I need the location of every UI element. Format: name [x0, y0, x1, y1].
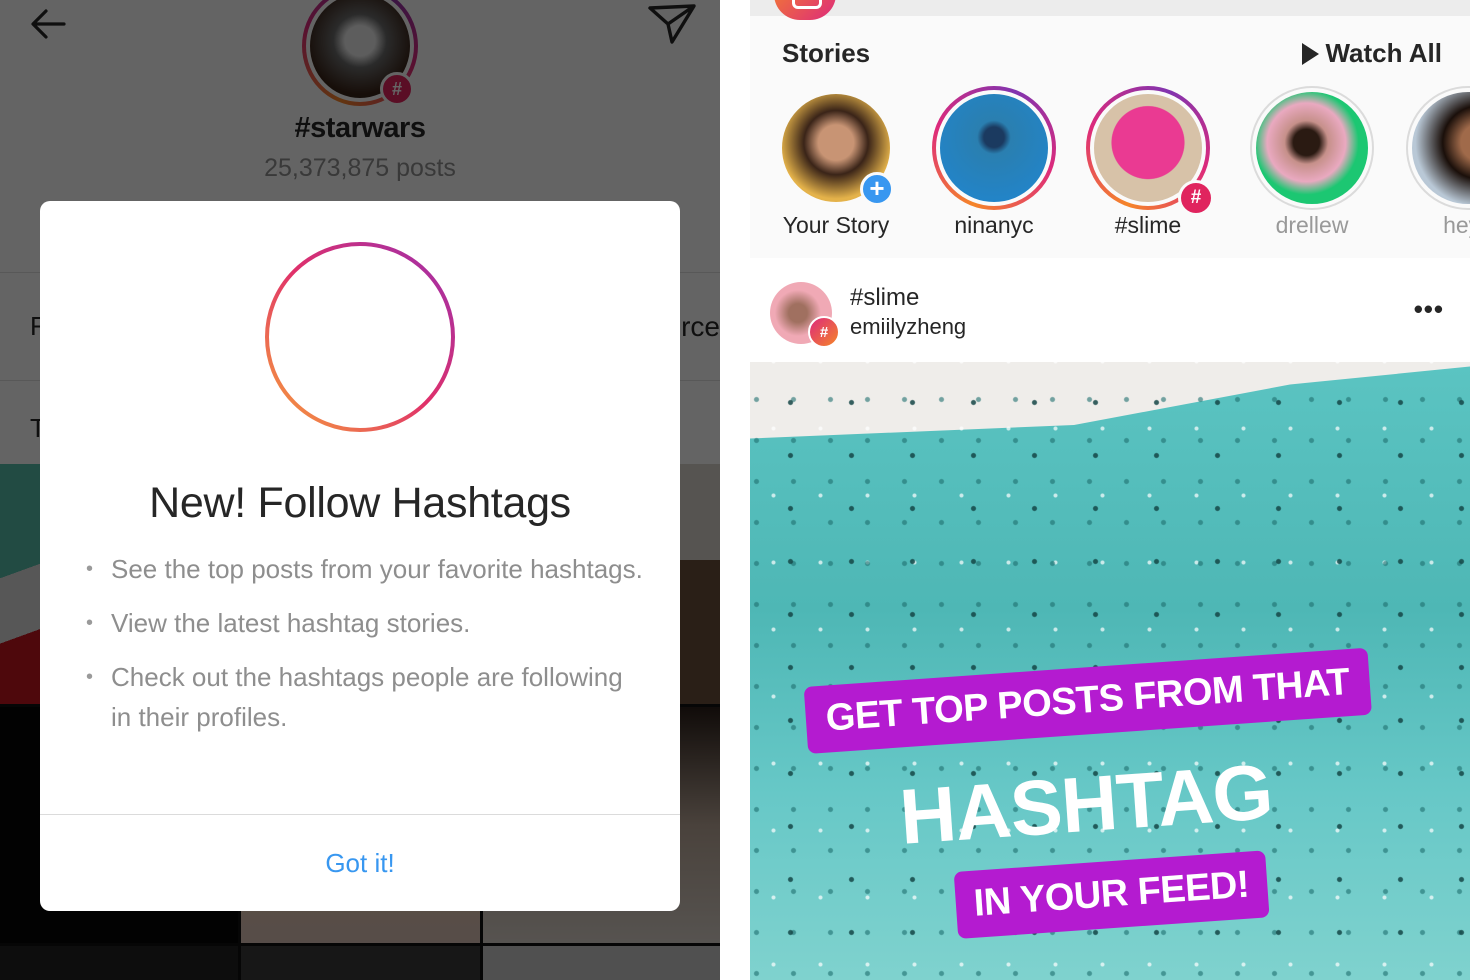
follow-hashtags-dialog: New! Follow Hashtags • See the top posts …	[40, 201, 680, 911]
avatar	[1252, 88, 1372, 208]
bullet-icon: •	[86, 666, 94, 688]
story-drellew[interactable]: drellew	[1234, 84, 1374, 254]
dialog-title: New! Follow Hashtags	[149, 479, 571, 527]
more-options-icon[interactable]: •••	[1414, 294, 1444, 325]
got-it-button[interactable]: Got it!	[40, 815, 680, 911]
add-story-icon[interactable]: +	[860, 172, 894, 206]
feature-item: • See the top posts from your favorite ha…	[84, 549, 644, 589]
bullet-icon: •	[86, 558, 94, 580]
story-ring	[1250, 86, 1374, 210]
post-hashtag-link[interactable]: #slime	[850, 284, 919, 312]
post-avatar[interactable]: #	[770, 282, 840, 348]
panel-gap	[720, 0, 750, 980]
story-label: drellew	[1275, 212, 1349, 238]
post-header: # #slime emiilyzheng •••	[750, 258, 1470, 362]
stories-tray: + Your Story ninanyc # #slime drellew he…	[750, 84, 1470, 256]
story-heyb[interactable]: heyb	[1390, 84, 1470, 254]
story-label: #slime	[1114, 212, 1182, 238]
story-label: Your Story	[782, 212, 890, 238]
post-username-link[interactable]: emiilyzheng	[850, 314, 966, 340]
hashtag-page-screen: # #starwars 25,373,875 posts F orce T	[0, 0, 720, 980]
feature-text: View the latest hashtag stories.	[111, 608, 471, 638]
watch-all-label: Watch All	[1325, 38, 1442, 68]
feed-screen: Stories Watch All + Your Story ninanyc #…	[750, 0, 1470, 980]
post-image[interactable]: GET TOP POSTS FROM THAT HASHTAG IN YOUR …	[750, 362, 1470, 980]
story-label: heyb	[1443, 212, 1470, 238]
story-slime[interactable]: # #slime	[1070, 84, 1214, 254]
avatar	[1408, 88, 1470, 208]
avatar	[936, 90, 1052, 206]
play-icon	[1302, 42, 1320, 65]
camera-icon[interactable]	[774, 0, 836, 20]
feature-item: • View the latest hashtag stories.	[84, 603, 644, 643]
stories-heading: Stories	[782, 38, 871, 68]
hashtag-badge-icon: #	[1178, 180, 1214, 216]
top-bar	[750, 0, 1470, 20]
story-ring	[932, 86, 1056, 210]
bullet-icon: •	[86, 612, 94, 634]
story-your-story[interactable]: + Your Story	[758, 84, 898, 254]
watch-all-button[interactable]: Watch All	[1302, 38, 1442, 69]
screenshot-canvas: # #starwars 25,373,875 posts F orce T	[0, 0, 1470, 980]
feature-text: See the top posts from your favorite has…	[111, 554, 643, 584]
hashtag-circle-icon	[265, 242, 455, 432]
feature-item: • Check out the hashtags people are follo…	[84, 657, 644, 737]
story-ninanyc[interactable]: ninanyc	[916, 84, 1056, 254]
story-ring	[1406, 86, 1470, 210]
feature-list: • See the top posts from your favorite ha…	[84, 549, 644, 751]
story-label: ninanyc	[954, 212, 1034, 238]
hashtag-badge-icon: #	[808, 316, 840, 348]
feature-text: Check out the hashtags people are follow…	[111, 662, 623, 732]
